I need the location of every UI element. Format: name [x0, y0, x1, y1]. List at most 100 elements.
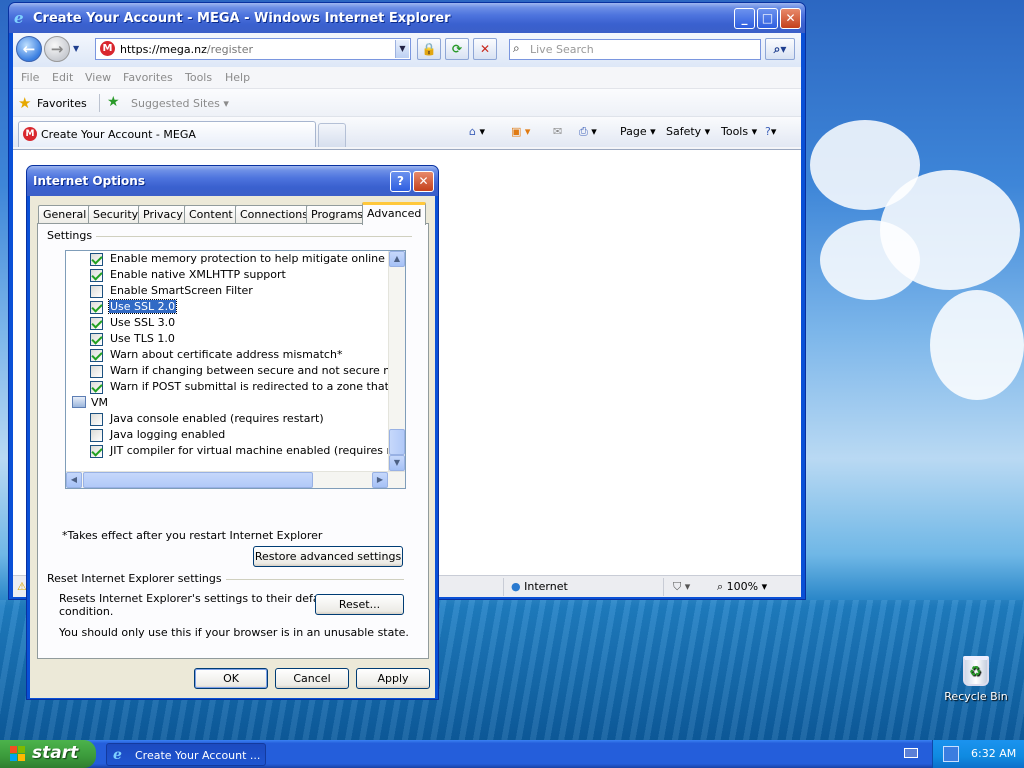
dialog-titlebar[interactable]: Internet Options ? ✕	[27, 166, 438, 196]
address-bar[interactable]: M https://mega.nz/register ▼	[95, 38, 411, 60]
forward-button[interactable]: →	[44, 36, 70, 62]
reset-button[interactable]: Reset...	[315, 594, 404, 615]
new-tab-button[interactable]	[318, 123, 346, 147]
scroll-up-button[interactable]: ▲	[389, 251, 405, 267]
scroll-down-button[interactable]: ▼	[389, 455, 405, 471]
home-button[interactable]: ⌂ ▾	[469, 125, 485, 138]
start-button[interactable]: start	[0, 740, 96, 768]
checkbox[interactable]	[90, 285, 103, 298]
network-icon[interactable]	[943, 746, 959, 762]
add-to-favorites-bar-icon[interactable]: ★	[107, 94, 120, 110]
ie-window-title: Create Your Account - MEGA - Windows Int…	[33, 11, 451, 26]
recent-pages-dropdown-icon[interactable]: ▼	[73, 44, 79, 53]
protected-mode-icon[interactable]: ⛉ ▾	[673, 580, 690, 594]
tab-programs[interactable]: Programs	[306, 205, 369, 224]
tools-menu[interactable]: Tools ▾	[721, 125, 757, 138]
clock[interactable]: 6:32 AM	[971, 747, 1016, 760]
scroll-thumb[interactable]	[389, 429, 405, 455]
settings-category[interactable]: VM	[66, 395, 386, 411]
security-zone[interactable]: ● Internet	[511, 580, 568, 593]
menu-favorites[interactable]: Favorites	[123, 71, 173, 84]
tab-privacy[interactable]: Privacy	[138, 205, 188, 224]
search-button[interactable]: ⌕▾	[765, 38, 795, 60]
favorites-button[interactable]: Favorites	[37, 97, 87, 110]
search-input[interactable]: ⌕ Live Search	[509, 39, 761, 60]
settings-option[interactable]: Use TLS 1.0	[66, 331, 386, 347]
address-dropdown-icon[interactable]: ▼	[395, 40, 409, 58]
menu-file[interactable]: File	[21, 71, 39, 84]
cancel-button[interactable]: Cancel	[275, 668, 349, 689]
stop-button[interactable]: ✕	[473, 38, 497, 60]
menu-edit[interactable]: Edit	[52, 71, 73, 84]
print-button[interactable]: ⎙ ▾	[579, 125, 597, 139]
tab-security[interactable]: Security	[88, 205, 144, 224]
settings-option[interactable]: Enable SmartScreen Filter	[66, 283, 386, 299]
safety-menu[interactable]: Safety ▾	[666, 125, 710, 138]
checkbox[interactable]	[90, 317, 103, 330]
restart-note: *Takes effect after you restart Internet…	[62, 529, 323, 542]
settings-option[interactable]: JIT compiler for virtual machine enabled…	[66, 443, 405, 459]
vertical-scrollbar[interactable]: ▲ ▼	[388, 251, 405, 472]
menu-view[interactable]: View	[85, 71, 111, 84]
maximize-button[interactable]: □	[757, 8, 778, 29]
scroll-right-button[interactable]: ▶	[372, 472, 388, 488]
dialog-title: Internet Options	[33, 174, 145, 188]
option-label: Warn about certificate address mismatch*	[110, 348, 343, 361]
lock-icon[interactable]: 🔒	[417, 38, 441, 60]
apply-button[interactable]: Apply	[356, 668, 430, 689]
recycle-bin-label: Recycle Bin	[944, 690, 1008, 703]
checkbox[interactable]	[90, 349, 103, 362]
checkbox[interactable]	[90, 413, 103, 426]
keyboard-icon[interactable]	[904, 748, 918, 758]
horizontal-scrollbar[interactable]: ◀ ▶	[66, 471, 405, 488]
address-url: https://mega.nz/register	[120, 43, 254, 56]
menu-tools[interactable]: Tools	[185, 71, 212, 84]
settings-option[interactable]: Use SSL 2.0	[66, 299, 386, 315]
checkbox[interactable]	[90, 301, 103, 314]
checkbox[interactable]	[90, 333, 103, 346]
suggested-sites-button[interactable]: Suggested Sites ▾	[131, 97, 229, 110]
horizontal-scroll-thumb[interactable]	[83, 472, 313, 488]
restore-advanced-settings-button[interactable]: Restore advanced settings	[253, 546, 403, 567]
help-button[interactable]: ?	[390, 171, 411, 192]
ok-button[interactable]: OK	[194, 668, 268, 689]
menu-help[interactable]: Help	[225, 71, 250, 84]
recycle-bin-shortcut[interactable]: Recycle Bin	[944, 656, 1008, 703]
minimize-button[interactable]: _	[734, 8, 755, 29]
settings-option[interactable]: Warn if changing between secure and not …	[66, 363, 405, 379]
taskbar-item-ie[interactable]: e Create Your Account ...	[106, 743, 266, 766]
checkbox[interactable]	[90, 253, 103, 266]
close-button[interactable]: ✕	[780, 8, 801, 29]
checkbox[interactable]	[90, 429, 103, 442]
settings-option[interactable]: Warn if POST submittal is redirected to …	[66, 379, 405, 395]
refresh-button[interactable]: ⟳	[445, 38, 469, 60]
settings-list[interactable]: Enable memory protection to help mitigat…	[65, 250, 406, 489]
settings-option[interactable]: Java console enabled (requires restart)	[66, 411, 386, 427]
settings-option[interactable]: Warn about certificate address mismatch*	[66, 347, 386, 363]
settings-option[interactable]: Enable memory protection to help mitigat…	[66, 251, 405, 267]
back-button[interactable]: ←	[16, 36, 42, 62]
help-button[interactable]: ?▾	[765, 125, 776, 138]
tab-content[interactable]: Content	[184, 205, 238, 224]
dialog-close-button[interactable]: ✕	[413, 171, 434, 192]
checkbox[interactable]	[90, 365, 103, 378]
tab-general[interactable]: General	[38, 205, 92, 224]
browser-tab-title: Create Your Account - MEGA	[41, 128, 196, 141]
scroll-left-button[interactable]: ◀	[66, 472, 82, 488]
zoom-control[interactable]: ⌕ 100% ▾	[717, 580, 767, 594]
tab-connections[interactable]: Connections	[235, 205, 313, 224]
ie-titlebar[interactable]: e Create Your Account - MEGA - Windows I…	[9, 3, 805, 33]
checkbox[interactable]	[90, 445, 103, 458]
settings-option[interactable]: Enable native XMLHTTP support	[66, 267, 386, 283]
feeds-icon[interactable]: ▣ ▾	[511, 125, 530, 138]
checkbox[interactable]	[90, 269, 103, 282]
checkbox[interactable]	[90, 381, 103, 394]
tab-bar: M Create Your Account - MEGA ⌂ ▾ ▣ ▾ ✉ ⎙…	[13, 117, 801, 147]
page-menu[interactable]: Page ▾	[620, 125, 656, 138]
favorites-star-icon[interactable]: ★	[18, 94, 31, 112]
browser-tab-active[interactable]: M Create Your Account - MEGA	[18, 121, 316, 147]
tab-advanced[interactable]: Advanced	[362, 202, 427, 225]
settings-option[interactable]: Java logging enabled	[66, 427, 386, 443]
read-mail-icon[interactable]: ✉	[553, 125, 562, 138]
settings-option[interactable]: Use SSL 3.0	[66, 315, 386, 331]
